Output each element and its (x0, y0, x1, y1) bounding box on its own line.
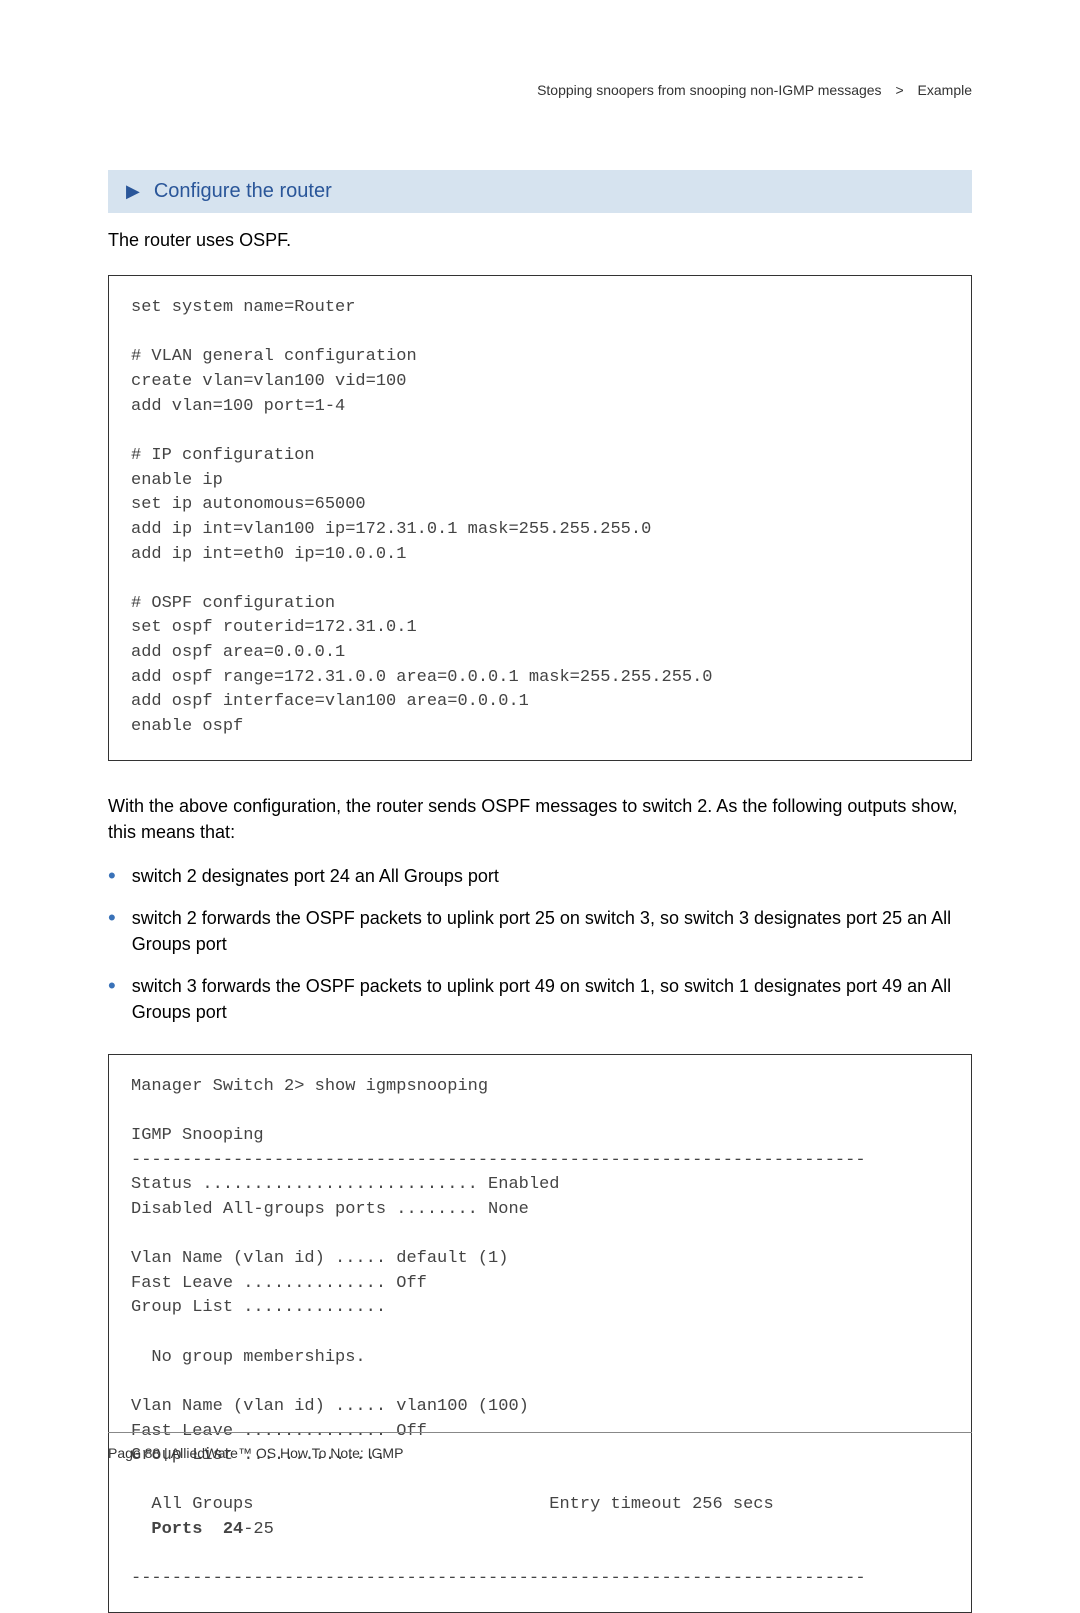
bullet-text: switch 2 forwards the OSPF packets to up… (132, 905, 972, 957)
running-header: Stopping snoopers from snooping non-IGMP… (537, 82, 972, 98)
bullet-icon: • (108, 973, 116, 999)
cli-output: Manager Switch 2> show igmpsnooping IGMP… (108, 1054, 972, 1613)
bullet-list: • switch 2 designates port 24 an All Gro… (108, 863, 972, 1026)
list-item: • switch 2 designates port 24 an All Gro… (108, 863, 972, 889)
step-label: Configure the router (154, 180, 332, 203)
explanation-paragraph: With the above configuration, the router… (108, 793, 972, 845)
footer-text: Page 88 | AlliedWare™ OS How To Note: IG… (108, 1445, 403, 1461)
triangle-right-icon: ▶ (126, 181, 140, 202)
router-config-code: set system name=Router # VLAN general co… (108, 275, 972, 761)
step-heading-bar: ▶ Configure the router (108, 170, 972, 213)
page-footer: Page 88 | AlliedWare™ OS How To Note: IG… (108, 1432, 972, 1461)
bullet-icon: • (108, 905, 116, 931)
output-bold-rest: -25 (243, 1520, 274, 1539)
list-item: • switch 3 forwards the OSPF packets to … (108, 973, 972, 1025)
list-item: • switch 2 forwards the OSPF packets to … (108, 905, 972, 957)
output-post: ----------------------------------------… (131, 1569, 866, 1588)
intro-text: The router uses OSPF. (108, 227, 972, 253)
output-pre: Manager Switch 2> show igmpsnooping IGMP… (131, 1077, 866, 1540)
main-content: ▶ Configure the router The router uses O… (108, 0, 972, 1613)
bullet-icon: • (108, 863, 116, 889)
header-subsection: Example (918, 82, 972, 98)
bullet-text: switch 3 forwards the OSPF packets to up… (132, 973, 972, 1025)
output-bold-label: Ports 24 (151, 1520, 243, 1539)
header-separator: > (895, 82, 903, 98)
header-section: Stopping snoopers from snooping non-IGMP… (537, 82, 882, 98)
bullet-text: switch 2 designates port 24 an All Group… (132, 863, 499, 889)
